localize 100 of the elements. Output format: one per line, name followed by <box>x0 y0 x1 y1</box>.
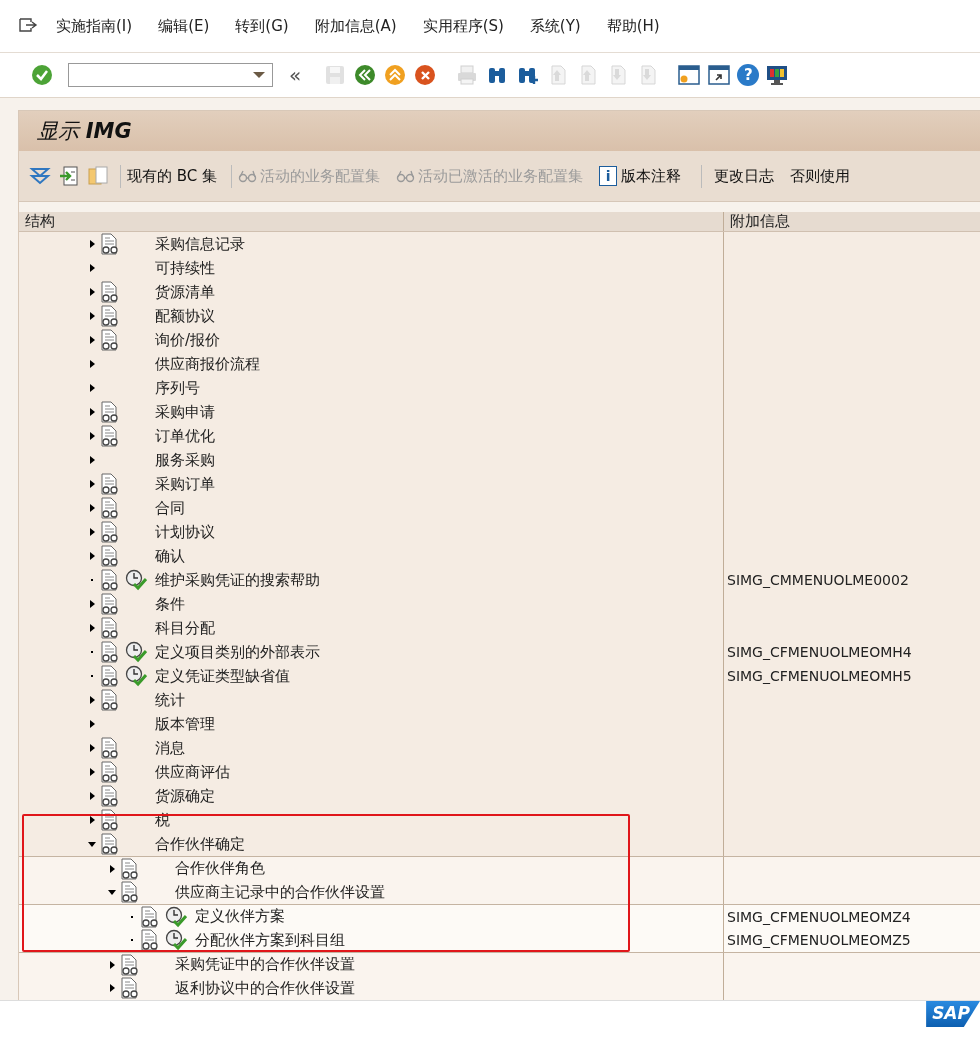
document-glasses-icon[interactable] <box>120 953 140 976</box>
expand-caret-icon[interactable] <box>87 358 97 370</box>
clock-check-icon[interactable] <box>125 665 147 687</box>
expand-caret-icon[interactable] <box>87 262 97 274</box>
menu-item[interactable]: 附加信息(A) <box>314 16 397 36</box>
tree-node[interactable]: 供应商评估 <box>155 762 230 782</box>
expand-caret-icon[interactable] <box>87 286 97 298</box>
column-header[interactable]: 结构 <box>19 212 723 231</box>
expand-caret-icon[interactable] <box>87 742 97 754</box>
tree-node[interactable]: 供应商主记录中的合作伙伴设置 <box>175 882 385 902</box>
tree-node[interactable]: 定义凭证类型缺省值 <box>155 666 290 686</box>
tree-node[interactable]: 采购凭证中的合作伙伴设置 <box>175 955 355 974</box>
collapse-button[interactable]: « <box>289 65 302 85</box>
menu-item[interactable]: 系统(Y) <box>529 16 581 36</box>
tree-node[interactable]: 统计 <box>155 690 185 710</box>
help-button[interactable]: ? <box>737 64 760 86</box>
expand-caret-icon[interactable] <box>87 502 97 514</box>
tree-node[interactable]: 采购订单 <box>155 474 215 494</box>
tree-node[interactable]: 序列号 <box>155 378 200 398</box>
monitor-icon[interactable] <box>765 63 790 87</box>
clipboard-icon[interactable] <box>87 165 109 187</box>
document-glasses-icon[interactable] <box>120 857 140 880</box>
expand-caret-icon[interactable] <box>87 334 97 346</box>
expand-caret-icon[interactable] <box>87 238 97 250</box>
menu-item[interactable]: 转到(G) <box>235 16 289 36</box>
tree-node[interactable]: 服务采购 <box>155 450 215 470</box>
expand-caret-icon[interactable] <box>87 814 97 826</box>
menu-item[interactable]: 帮助(H) <box>606 16 660 36</box>
document-glasses-icon[interactable] <box>100 305 120 327</box>
menu-item[interactable]: 实施指南(I) <box>56 16 133 36</box>
tree-node[interactable]: 合作伙伴确定 <box>155 834 245 854</box>
document-arrow-icon[interactable] <box>58 165 80 187</box>
document-glasses-icon[interactable] <box>100 689 120 711</box>
document-glasses-icon[interactable] <box>100 281 120 303</box>
document-glasses-icon[interactable] <box>100 425 120 447</box>
toolbar-button[interactable]: 更改日志 <box>701 164 781 188</box>
document-glasses-icon[interactable] <box>100 545 120 567</box>
document-glasses-icon[interactable] <box>100 761 120 783</box>
expand-caret-icon[interactable] <box>87 766 97 778</box>
toolbar-button[interactable]: i 版本注释 <box>593 164 688 188</box>
expand-caret-icon[interactable] <box>107 982 117 994</box>
document-glasses-icon[interactable] <box>100 737 120 759</box>
tree-node[interactable]: 消息 <box>155 738 185 758</box>
tree-node[interactable]: 供应商报价流程 <box>155 354 260 374</box>
tree-node[interactable]: 返利协议中的合作伙伴设置 <box>175 978 355 998</box>
expand-caret-icon[interactable] <box>87 598 97 610</box>
document-glasses-icon[interactable] <box>100 641 120 663</box>
clock-check-icon[interactable] <box>125 569 147 591</box>
document-glasses-icon[interactable] <box>100 833 120 855</box>
tree-node[interactable]: 采购申请 <box>155 402 215 422</box>
expand-caret-icon[interactable] <box>87 790 97 802</box>
document-glasses-icon[interactable] <box>100 593 120 615</box>
toolbar-button[interactable]: 现有的 BC 集 <box>120 164 224 188</box>
document-glasses-icon[interactable] <box>100 809 120 831</box>
tree-node[interactable]: 合同 <box>155 498 185 518</box>
tree-node[interactable]: 采购信息记录 <box>155 234 245 254</box>
document-glasses-icon[interactable] <box>100 785 120 807</box>
tree-node[interactable]: 版本管理 <box>155 714 215 734</box>
tree-node[interactable]: 订单优化 <box>155 426 215 446</box>
tree-node[interactable]: 配额协议 <box>155 306 215 326</box>
document-glasses-icon[interactable] <box>100 233 120 255</box>
expand-caret-icon[interactable] <box>87 406 97 418</box>
tree-node[interactable]: 定义伙伴方案 <box>195 907 285 926</box>
command-field[interactable] <box>68 63 273 87</box>
expand-caret-icon[interactable] <box>87 526 97 538</box>
clock-check-icon[interactable] <box>165 905 187 928</box>
tree-node[interactable]: 分配伙伴方案到科目组 <box>195 930 345 950</box>
document-glasses-icon[interactable] <box>100 569 120 591</box>
column-header[interactable]: 附加信息 <box>723 212 980 231</box>
back-icon[interactable] <box>353 63 378 87</box>
tree-node[interactable]: 货源清单 <box>155 282 215 302</box>
expand-caret-icon[interactable] <box>87 478 97 490</box>
check-icon[interactable] <box>30 63 54 87</box>
document-glasses-icon[interactable] <box>100 329 120 351</box>
expand-caret-icon[interactable] <box>87 382 97 394</box>
document-glasses-icon[interactable] <box>100 401 120 423</box>
clock-check-icon[interactable] <box>125 641 147 663</box>
tree-node[interactable]: 合作伙伴角色 <box>175 859 265 878</box>
document-glasses-icon[interactable] <box>100 497 120 519</box>
tree-node[interactable]: 科目分配 <box>155 618 215 638</box>
expand-caret-icon[interactable] <box>87 694 97 706</box>
document-glasses-icon[interactable] <box>100 473 120 495</box>
document-glasses-icon[interactable] <box>100 665 120 687</box>
menu-icon[interactable] <box>18 17 38 35</box>
expand-caret-icon[interactable] <box>87 454 97 466</box>
new-window-icon[interactable] <box>677 63 702 87</box>
menu-item[interactable]: 实用程序(S) <box>422 16 504 36</box>
document-glasses-icon[interactable] <box>100 521 120 543</box>
expand-caret-icon[interactable] <box>87 310 97 322</box>
tree-node[interactable]: 询价/报价 <box>155 330 221 350</box>
tree-node[interactable]: 维护采购凭证的搜索帮助 <box>155 570 320 590</box>
document-glasses-icon[interactable] <box>120 977 140 999</box>
shortcut-icon[interactable] <box>707 63 732 87</box>
dropdown-caret-icon[interactable] <box>252 71 266 79</box>
tree-node[interactable]: 计划协议 <box>155 522 215 542</box>
cancel-icon[interactable] <box>413 63 438 87</box>
tree-node[interactable]: 可持续性 <box>155 258 215 278</box>
expand-caret-icon[interactable] <box>87 430 97 442</box>
tree-node[interactable]: 货源确定 <box>155 786 215 806</box>
expand-caret-icon[interactable] <box>107 862 117 875</box>
